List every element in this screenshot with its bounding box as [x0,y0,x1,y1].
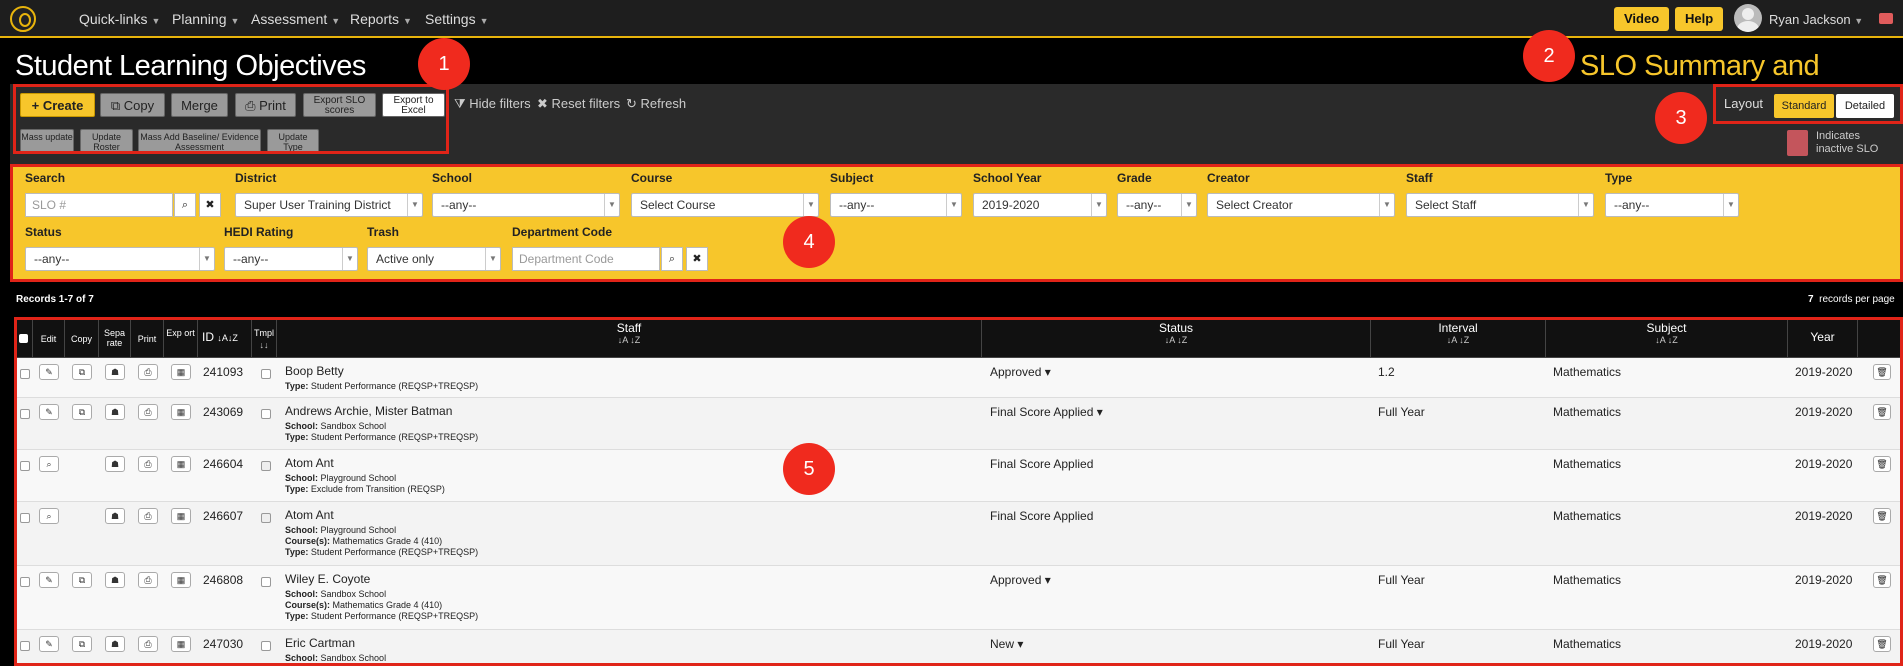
per-page-label: records per page [1819,294,1895,305]
help-button[interactable]: Help [1675,7,1724,31]
callout-3: 3 [1655,92,1707,144]
inactive-legend-text: Indicates inactive SLO [1816,130,1879,155]
refresh-label: Refresh [640,96,687,111]
annotation-box-5 [14,317,1903,666]
nav-reports[interactable]: Reports ▼ [350,11,412,27]
nav-settings-label: Settings [425,11,476,27]
annotation-box-1 [13,84,449,154]
nav-planning-label: Planning [172,11,227,27]
chevron-down-icon: ▼ [479,16,489,26]
mail-icon[interactable] [1879,13,1893,24]
reset-filters-link[interactable]: ✖ Reset filters [537,96,620,112]
filter-icon: ⧩ [454,96,466,111]
page-title: Student Learning Objectives [15,50,366,82]
annotation-box-4 [10,164,1903,282]
user-menu[interactable]: Ryan Jackson ▼ [1769,12,1863,27]
annotation-box-3 [1713,84,1903,124]
chevron-down-icon: ▼ [151,16,161,26]
records-per-page[interactable]: 7 records per page [1808,294,1895,305]
per-page-count: 7 [1808,294,1814,305]
records-summary: Records 1-7 of 7 [16,294,94,305]
chevron-down-icon: ▼ [1854,16,1864,26]
chevron-down-icon: ▼ [230,16,240,26]
refresh-link[interactable]: ↻ Refresh [626,96,686,112]
chevron-down-icon: ▼ [403,16,412,26]
callout-5: 5 [783,443,835,495]
refresh-icon: ↻ [626,96,637,111]
nav-assessment[interactable]: Assessment ▼ [251,11,340,27]
nav-assessment-label: Assessment [251,11,328,27]
hide-filters-label: Hide filters [469,96,531,111]
nav-planning[interactable]: Planning ▼ [172,11,239,27]
nav-quick-links[interactable]: Quick-links ▼ [79,11,160,27]
nav-settings[interactable]: Settings ▼ [425,11,489,27]
lightbulb-logo-icon[interactable] [10,6,36,32]
callout-1: 1 [418,38,470,90]
chevron-down-icon: ▼ [331,16,341,26]
reset-filters-label: Reset filters [551,96,621,111]
hide-filters-link[interactable]: ⧩ Hide filters [454,96,531,112]
video-button[interactable]: Video [1614,7,1670,31]
top-navbar: Quick-links ▼ Planning ▼ Assessment ▼ Repor… [0,0,1903,38]
nav-quick-links-label: Quick-links [79,11,148,27]
close-icon: ✖ [537,96,548,111]
app-root: Quick-links ▼ Planning ▼ Assessment ▼ Repor… [0,0,1903,666]
callout-4: 4 [783,216,835,268]
inactive-color-swatch [1787,130,1808,156]
callout-2: 2 [1523,30,1575,82]
user-name: Ryan Jackson [1769,12,1851,27]
avatar[interactable] [1734,4,1762,32]
nav-reports-label: Reports [350,11,400,27]
